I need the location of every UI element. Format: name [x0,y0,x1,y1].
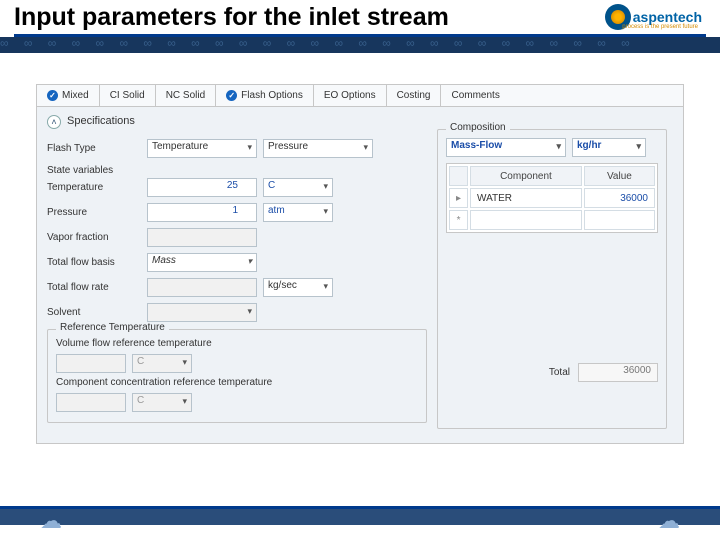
tab-costing[interactable]: Costing [387,85,442,106]
tab-label: EO Options [324,90,376,101]
tabs: ✓Mixed CI Solid NC Solid ✓Flash Options … [37,85,683,107]
tab-mixed[interactable]: ✓ Mixed [37,85,100,106]
vol-ref-unit-combo[interactable]: C [132,354,192,373]
total-flow-rate-label: Total flow rate [47,282,147,293]
row-marker-icon: * [449,210,468,230]
combo-value: C [268,180,275,191]
temperature-label: Temperature [47,182,147,193]
pressure-label: Pressure [47,207,147,218]
composition-group: Composition Mass-Flow kg/hr Component Va… [437,129,667,429]
combo-value: C [137,395,144,406]
tab-ci-solid[interactable]: CI Solid [100,85,156,106]
total-flow-basis-label: Total flow basis [47,257,147,268]
footer: ☁ ☁ [0,506,720,540]
tab-flash-options[interactable]: ✓ Flash Options [216,85,314,106]
composition-basis-combo[interactable]: Mass-Flow [446,138,566,157]
table-row[interactable]: * [449,210,655,230]
row-marker-header [449,166,468,186]
tab-label: Costing [397,90,431,101]
vapor-fraction-input[interactable] [147,228,257,247]
total-flow-basis-combo[interactable]: Mass [147,253,257,272]
conc-ref-label: Component concentration reference temper… [56,377,418,388]
solvent-combo[interactable] [147,303,257,322]
tab-label: Flash Options [241,90,303,101]
check-icon: ✓ [47,90,58,101]
pressure-input[interactable]: 1 [147,203,257,222]
composition-unit-combo[interactable]: kg/hr [572,138,646,157]
logo-subtext: process is the present future [622,24,698,30]
value-cell[interactable]: 36000 [584,188,655,208]
conc-ref-input[interactable] [56,393,126,412]
ref-temp-group-title: Reference Temperature [56,322,169,333]
vol-ref-input[interactable] [56,354,126,373]
flash-type-2-combo[interactable]: Pressure [263,139,373,158]
col-value: Value [584,166,655,186]
combo-value: Temperature [152,141,208,152]
composition-table: Component Value ▸ WATER 36000 * [446,163,658,233]
composition-group-title: Composition [446,122,510,133]
tab-label: Mixed [62,90,89,101]
combo-value: atm [268,205,285,216]
combo-value: C [137,356,144,367]
total-label: Total [549,367,570,378]
component-cell [470,210,582,230]
tab-label: CI Solid [110,90,145,101]
component-cell: WATER [470,188,582,208]
field-value: 1 [232,205,238,216]
temperature-input[interactable]: 25 [147,178,257,197]
combo-value: Pressure [268,141,308,152]
app-panel: ✓Mixed CI Solid NC Solid ✓Flash Options … [36,84,684,444]
cloud-icon: ☁ [658,508,680,534]
ornament-band-bottom [0,509,720,525]
collapse-icon[interactable]: ˄ [47,115,61,129]
total-flow-rate-input[interactable] [147,278,257,297]
section-title: Specifications [67,115,135,127]
total-value: 36000 [578,363,658,382]
tab-eo-options[interactable]: EO Options [314,85,387,106]
logo-text: aspentech [633,9,702,25]
total-flow-rate-unit-combo[interactable]: kg/sec [263,278,333,297]
logo: aspentech process is the present future [601,2,706,32]
table-row[interactable]: ▸ WATER 36000 [449,188,655,208]
col-component: Component [470,166,582,186]
temperature-unit-combo[interactable]: C [263,178,333,197]
combo-value: Mass-Flow [451,140,502,151]
tab-comments[interactable]: Comments [441,85,509,106]
field-value: 25 [227,180,238,191]
cloud-icon: ☁ [40,508,62,534]
combo-value: kg/hr [577,140,601,151]
pressure-unit-combo[interactable]: atm [263,203,333,222]
flash-type-label: Flash Type [47,143,147,154]
state-heading: State variables [47,165,427,176]
ornament-band-top [0,37,720,53]
vol-ref-label: Volume flow reference temperature [56,338,418,349]
tab-label: NC Solid [166,90,205,101]
value-cell[interactable] [584,210,655,230]
tab-nc-solid[interactable]: NC Solid [156,85,216,106]
tab-label: Comments [451,90,499,101]
combo-value: kg/sec [268,280,297,291]
ref-temp-group: Reference Temperature Volume flow refere… [47,329,427,423]
check-icon: ✓ [226,90,237,101]
combo-value: Mass [152,255,176,266]
vapor-fraction-label: Vapor fraction [47,232,147,243]
solvent-label: Solvent [47,307,147,318]
conc-ref-unit-combo[interactable]: C [132,393,192,412]
row-marker-icon: ▸ [449,188,468,208]
flash-type-1-combo[interactable]: Temperature [147,139,257,158]
